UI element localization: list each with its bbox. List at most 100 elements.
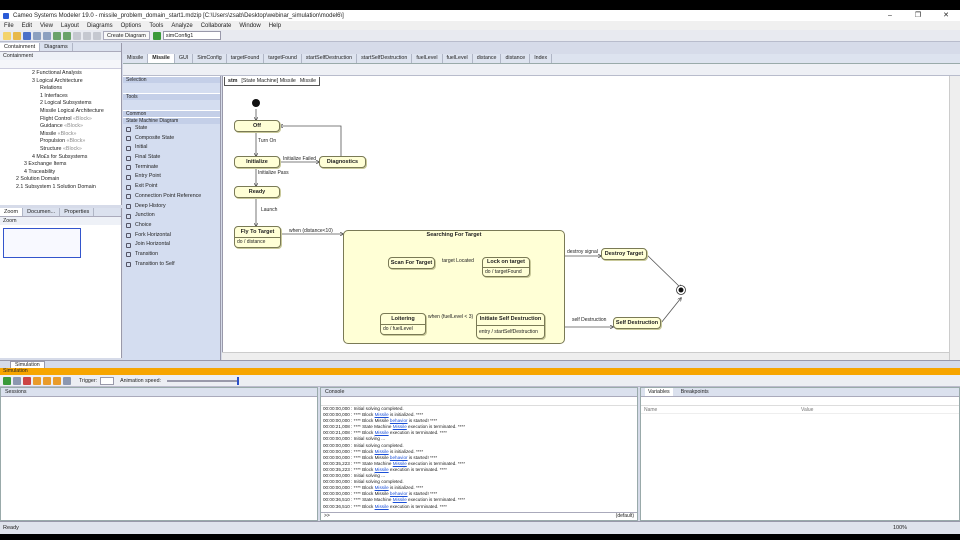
editor-tab[interactable]: startSelfDestruction [302, 54, 358, 63]
diagram-canvas[interactable]: stm [State Machine] Missile Missile Off … [222, 76, 949, 360]
state-self-destruction[interactable]: Self Destruction [613, 317, 661, 329]
console-link[interactable]: Missile [375, 449, 389, 454]
palette-item[interactable]: Join Horizontal [123, 240, 220, 250]
tree-node[interactable]: 2 Functional Analysis [2, 70, 119, 78]
editor-tab[interactable]: SimConfig [193, 54, 227, 63]
state-loitering[interactable]: Loitering do / fuelLevel [380, 313, 426, 335]
console-mode[interactable]: (default) [616, 513, 634, 520]
step-over-icon[interactable] [43, 377, 51, 385]
transition-init-pass[interactable]: Initialize Pass [258, 170, 289, 176]
run-icon[interactable] [152, 31, 161, 40]
palette-item[interactable]: Transition [123, 250, 220, 260]
console-link[interactable]: Missile [393, 424, 407, 429]
tree-node[interactable]: 3 Logical Architecture [2, 78, 119, 86]
palette-item[interactable]: Junction [123, 211, 220, 221]
tree-node[interactable]: Guidance «Block» [2, 123, 119, 131]
column-value[interactable]: Value [801, 406, 813, 413]
state-initialize[interactable]: Initialize [234, 156, 280, 168]
state-scan-for-target[interactable]: Scan For Target [388, 257, 435, 269]
maximize-button[interactable]: ❐ [904, 10, 932, 21]
editor-tab[interactable]: fuelLevel [412, 54, 443, 63]
palette-item[interactable]: Fork Horizontal [123, 231, 220, 241]
tab-variables[interactable]: Variables [645, 388, 673, 396]
state-initiate-self-destruction[interactable]: Initiate Self Destruction entry / startS… [476, 313, 545, 339]
palette-item[interactable]: Composite State [123, 134, 220, 144]
redo-icon[interactable] [43, 31, 51, 40]
save-icon[interactable] [23, 31, 31, 40]
console-link[interactable]: Missile [375, 430, 389, 435]
menu-analyze[interactable]: Analyze [171, 23, 192, 29]
run-simulation-icon[interactable] [3, 377, 11, 385]
palette-item[interactable]: Final State [123, 153, 220, 163]
tree-node[interactable]: Missile Logical Architecture [2, 108, 119, 116]
state-fly-to-target[interactable]: Fly To Target do / distance [234, 226, 281, 248]
new-project-icon[interactable] [3, 31, 11, 40]
state-destroy-target[interactable]: Destroy Target [601, 248, 647, 260]
create-diagram-button[interactable]: Create Diagram [103, 31, 150, 40]
console-link[interactable]: Missile [393, 461, 407, 466]
transition-destroy-signal[interactable]: destroy signal [567, 249, 598, 255]
tree-node[interactable]: Missile «Block» [2, 131, 119, 139]
tree-node[interactable]: 1 Interfaces [2, 93, 119, 101]
editor-tab[interactable]: GUI [175, 54, 194, 63]
transition-self-destruction[interactable]: self Destruction [572, 317, 606, 323]
back-icon[interactable] [53, 31, 61, 40]
close-button[interactable]: ✕ [932, 10, 960, 21]
state-ready[interactable]: Ready [234, 186, 280, 198]
menu-options[interactable]: Options [121, 23, 142, 29]
state-diagnostics[interactable]: Diagnostics [319, 156, 366, 168]
console-link[interactable]: behavior [390, 491, 408, 496]
selection-tools[interactable] [123, 83, 220, 93]
canvas-horizontal-scrollbar[interactable] [222, 352, 949, 360]
canvas-vertical-scrollbar[interactable] [949, 76, 960, 360]
console-link[interactable]: behavior [390, 455, 408, 460]
console-link[interactable]: behavior [390, 418, 408, 423]
palette-item[interactable]: Exit Point [123, 182, 220, 192]
tab-zoom[interactable]: Zoom [0, 208, 24, 216]
cut-icon[interactable] [73, 31, 81, 40]
tree-node[interactable]: 2 Logical Subsystems [2, 100, 119, 108]
editor-tab[interactable]: distance [501, 54, 531, 63]
menu-layout[interactable]: Layout [61, 23, 79, 29]
tree-node[interactable]: 4 Traceability [2, 169, 119, 177]
editor-tab[interactable]: startSelfDestruction [357, 54, 413, 63]
undo-icon[interactable] [33, 31, 41, 40]
transition-turn-on[interactable]: Turn On [258, 138, 276, 144]
tab-containment[interactable]: Containment [0, 43, 41, 51]
animation-speed-slider[interactable] [167, 377, 239, 385]
palette-item[interactable]: Choice [123, 221, 220, 231]
copy-icon[interactable] [83, 31, 91, 40]
menu-file[interactable]: File [4, 23, 14, 29]
paste-icon[interactable] [93, 31, 101, 40]
palette-item[interactable]: Connection Point Reference [123, 192, 220, 202]
palette-item[interactable]: Terminate [123, 163, 220, 173]
transition-launch[interactable]: Launch [261, 207, 277, 213]
step-out-icon[interactable] [53, 377, 61, 385]
transition-init-failed[interactable]: Initialize Failed [283, 156, 316, 162]
menu-view[interactable]: View [40, 23, 53, 29]
transition-target-located[interactable]: target Located [442, 258, 474, 264]
menu-collaborate[interactable]: Collaborate [201, 23, 232, 29]
palette-item[interactable]: Deep History [123, 202, 220, 212]
transition-when-distance[interactable]: when (distance<10) [289, 228, 333, 234]
editor-tab[interactable]: targetFound [227, 54, 265, 63]
terminate-icon[interactable] [63, 377, 71, 385]
console-link[interactable]: Missile [375, 485, 389, 490]
editor-tab[interactable]: Missile [123, 54, 149, 63]
console-link[interactable]: Missile [393, 497, 407, 502]
console-link[interactable]: Missile [375, 412, 389, 417]
open-icon[interactable] [13, 31, 21, 40]
tree-node[interactable]: Relations [2, 85, 119, 93]
palette-sm-diagram[interactable]: State Machine Diagram [123, 117, 220, 124]
menu-edit[interactable]: Edit [22, 23, 32, 29]
state-lock-on-target[interactable]: Lock on target do / targetFound [482, 257, 530, 277]
console-input[interactable]: >> [324, 513, 330, 520]
palette-common[interactable]: Common [123, 110, 220, 117]
editor-tab[interactable]: Index [530, 54, 553, 63]
tab-breakpoints[interactable]: Breakpoints [681, 388, 709, 396]
palette-item[interactable]: Transition to Self [123, 260, 220, 270]
stop-icon[interactable] [23, 377, 31, 385]
editor-tab[interactable]: distance [473, 54, 502, 63]
column-name[interactable]: Name [641, 406, 801, 413]
tree-node[interactable]: Structure «Block» [2, 146, 119, 154]
